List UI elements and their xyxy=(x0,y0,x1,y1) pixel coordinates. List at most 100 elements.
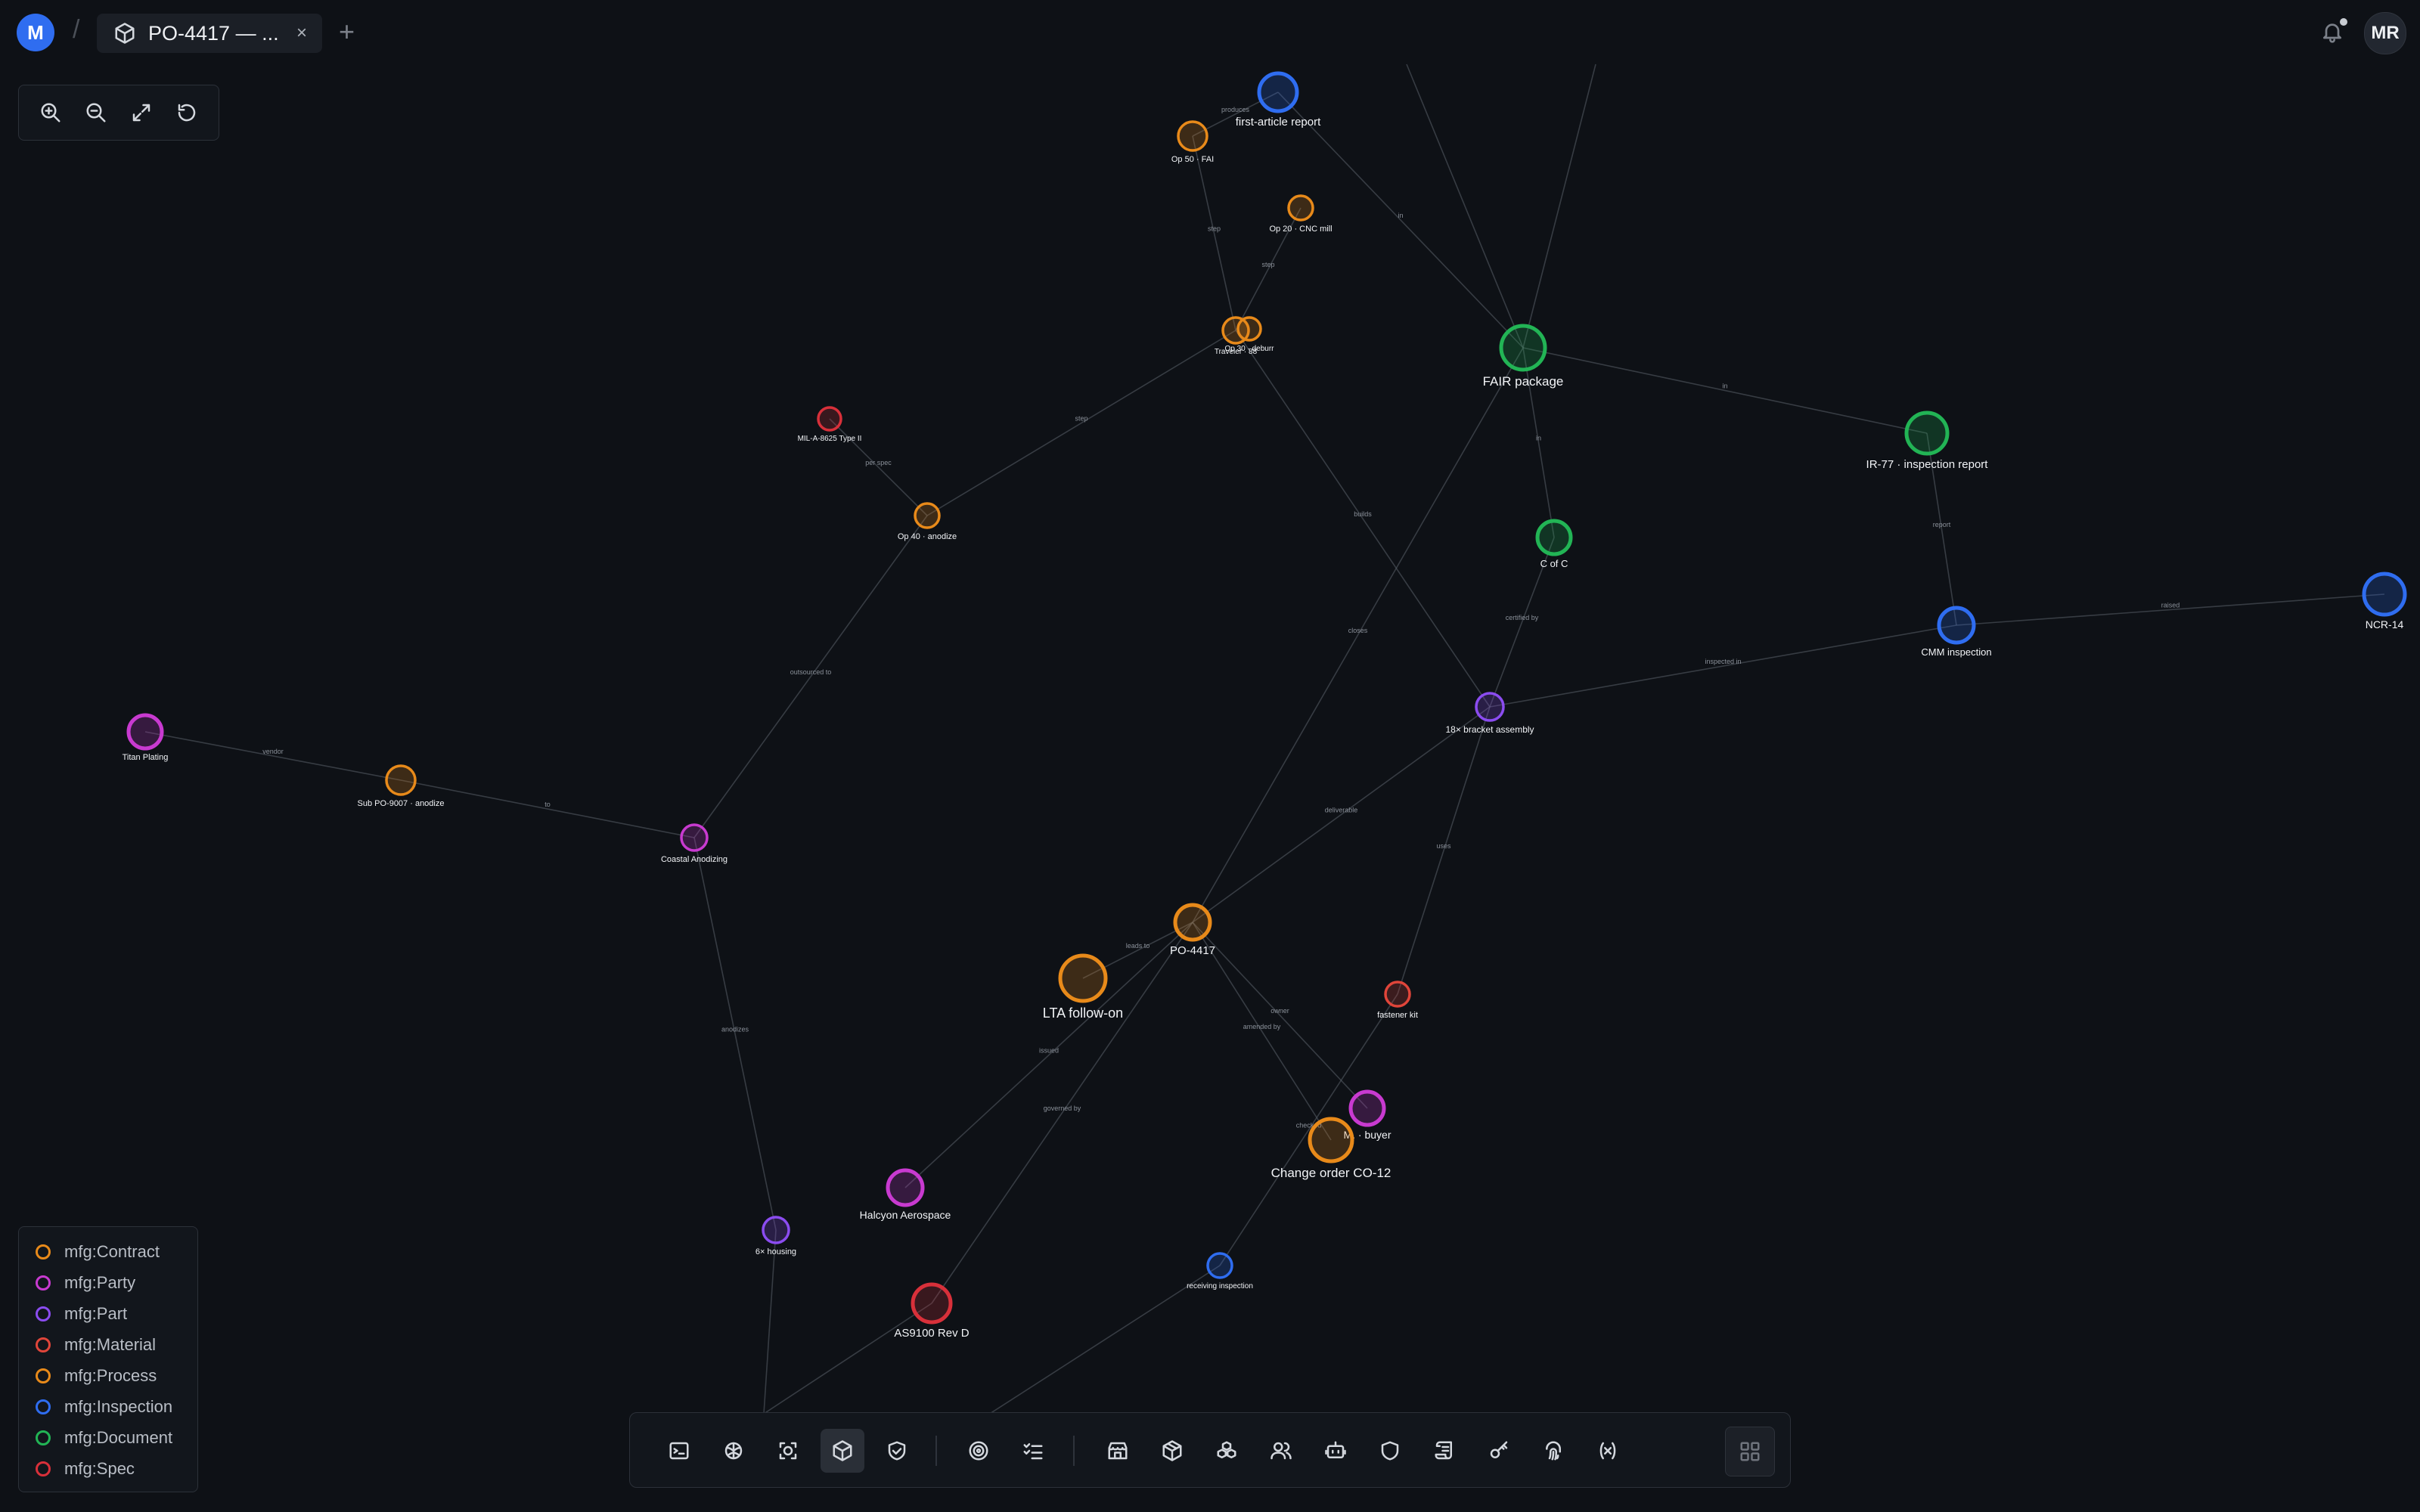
legend-label: mfg:Spec xyxy=(64,1458,135,1478)
graph-node-fair[interactable]: FAIR package xyxy=(1483,324,1564,389)
graph-edge[interactable] xyxy=(400,779,695,838)
legend-item[interactable]: mfg:Document xyxy=(36,1422,197,1453)
node-circle[interactable] xyxy=(1287,194,1314,222)
graph-edge[interactable] xyxy=(1235,330,1491,708)
zoom-in-button[interactable] xyxy=(36,98,65,127)
node-circle[interactable] xyxy=(2362,572,2407,617)
graph-node-lta[interactable]: LTA follow-on xyxy=(1043,953,1123,1021)
node-circle[interactable] xyxy=(1904,411,1950,456)
variables-button[interactable] xyxy=(1586,1429,1630,1473)
graph-edge[interactable] xyxy=(1489,624,1957,708)
graph-view-button[interactable] xyxy=(821,1429,864,1473)
graph-node-titan[interactable]: Titan Plating xyxy=(123,713,169,762)
close-tab-icon[interactable]: × xyxy=(296,23,307,44)
node-circle[interactable] xyxy=(1308,1117,1354,1163)
shield-button[interactable] xyxy=(1368,1429,1412,1473)
verify-button[interactable] xyxy=(875,1429,919,1473)
node-circle[interactable] xyxy=(1058,953,1108,1003)
graph-edge[interactable] xyxy=(904,922,1193,1188)
node-circle[interactable] xyxy=(680,823,709,852)
node-circle[interactable] xyxy=(762,1216,790,1244)
graph-edge[interactable] xyxy=(1277,91,1524,349)
legend-item[interactable]: mfg:Part xyxy=(36,1298,197,1329)
node-circle[interactable] xyxy=(914,502,941,529)
zoom-out-button[interactable] xyxy=(82,98,110,127)
graph-edge[interactable] xyxy=(1522,347,1928,434)
graph-node-subpo[interactable]: Sub PO-9007 · anodize xyxy=(358,764,445,808)
user-avatar[interactable]: MR xyxy=(2364,12,2406,54)
node-circle[interactable] xyxy=(1499,324,1547,372)
reset-view-button[interactable] xyxy=(172,98,201,127)
node-circle[interactable] xyxy=(1384,981,1411,1008)
edge-label: produces xyxy=(1221,106,1250,113)
graph-node-fastener[interactable]: fastener kit xyxy=(1377,981,1418,1020)
graph-node-cofc[interactable]: C of C xyxy=(1535,519,1573,569)
node-circle[interactable] xyxy=(1475,692,1505,722)
legend-item[interactable]: mfg:Material xyxy=(36,1329,197,1360)
graph-node-as9100[interactable]: AS9100 Rev D xyxy=(894,1282,970,1340)
new-tab-button[interactable]: + xyxy=(339,17,355,47)
node-circle[interactable] xyxy=(1206,1252,1233,1279)
tab-po-4417[interactable]: PO-4417 — ... × xyxy=(97,14,322,53)
key-button[interactable] xyxy=(1477,1429,1521,1473)
node-circle[interactable] xyxy=(911,1282,953,1325)
graph-node-receiving[interactable]: receiving inspection xyxy=(1187,1252,1253,1290)
target-button[interactable] xyxy=(957,1429,1001,1473)
graph-node-op40[interactable]: Op 40 · anodize xyxy=(898,502,957,541)
apps-grid-button[interactable] xyxy=(1725,1427,1775,1476)
graph-node-op20[interactable]: Op 20 · CNC mill xyxy=(1269,194,1333,234)
node-circle[interactable] xyxy=(1937,606,1976,645)
legend-item[interactable]: mfg:Inspection xyxy=(36,1391,197,1422)
legend-item[interactable]: mfg:Process xyxy=(36,1360,197,1391)
node-circle[interactable] xyxy=(1348,1089,1386,1127)
users-button[interactable] xyxy=(1259,1429,1303,1473)
graph-node-ir77[interactable]: IR-77 · inspection report xyxy=(1866,411,1989,471)
node-circle[interactable] xyxy=(1535,519,1573,556)
node-circle[interactable] xyxy=(385,764,417,796)
node-label: IR-77 · inspection report xyxy=(1866,458,1989,471)
graph-edge[interactable] xyxy=(1956,593,2385,626)
graph-node-housing[interactable]: 6× housing xyxy=(755,1216,796,1256)
legend-item[interactable]: mfg:Contract xyxy=(36,1236,197,1267)
graph-node-po4417[interactable]: PO-4417 xyxy=(1170,903,1215,957)
brain-button[interactable] xyxy=(712,1429,755,1473)
graph-node-mil[interactable]: MIL-A-8625 Type II xyxy=(798,406,862,443)
store-button[interactable] xyxy=(1096,1429,1140,1473)
scan-button[interactable] xyxy=(766,1429,810,1473)
graph-edge[interactable] xyxy=(144,731,402,781)
graph-edge[interactable] xyxy=(1192,706,1491,923)
graph-node-cmm[interactable]: CMM inspection xyxy=(1921,606,1992,658)
fit-view-button[interactable] xyxy=(127,98,156,127)
package-button[interactable] xyxy=(1150,1429,1194,1473)
graph-edge[interactable] xyxy=(829,418,928,516)
node-circle[interactable] xyxy=(1173,903,1212,942)
checklist-button[interactable] xyxy=(1011,1429,1055,1473)
graph-node-fa_report[interactable]: first-article report xyxy=(1236,71,1321,129)
knowledge-graph-canvas[interactable]: produces step step in in in report raised inspec… xyxy=(0,0,2420,1512)
graph-node-halcyon[interactable]: Halcyon Aerospace xyxy=(860,1168,951,1221)
node-circle[interactable] xyxy=(126,713,164,751)
graph-edge[interactable] xyxy=(693,837,777,1231)
node-circle[interactable] xyxy=(817,406,842,432)
node-circle[interactable] xyxy=(886,1168,925,1207)
graph-node-coastal[interactable]: Coastal Anodizing xyxy=(661,823,728,864)
robot-button[interactable] xyxy=(1314,1429,1357,1473)
node-label: Sub PO-9007 · anodize xyxy=(358,799,445,808)
node-circle[interactable] xyxy=(1257,71,1299,113)
scroll-button[interactable] xyxy=(1423,1429,1466,1473)
graph-edge[interactable] xyxy=(926,330,1236,516)
graph-edge[interactable] xyxy=(1192,135,1236,331)
legend-item[interactable]: mfg:Spec xyxy=(36,1453,197,1484)
graph-edge[interactable] xyxy=(1397,706,1491,995)
checklist-icon xyxy=(1023,1443,1043,1460)
graph-edge[interactable] xyxy=(693,515,928,838)
legend-item[interactable]: mfg:Party xyxy=(36,1267,197,1298)
node-circle[interactable] xyxy=(1177,120,1208,152)
workspace-logo[interactable]: M xyxy=(17,14,54,51)
node-circle[interactable] xyxy=(1236,316,1262,342)
fingerprint-button[interactable] xyxy=(1531,1429,1575,1473)
graph-node-ncr14[interactable]: NCR-14 xyxy=(2362,572,2407,631)
graph-edge[interactable] xyxy=(1192,347,1524,923)
boxes-button[interactable] xyxy=(1205,1429,1249,1473)
graph-node-bracket[interactable]: 18× bracket assembly xyxy=(1445,692,1534,735)
